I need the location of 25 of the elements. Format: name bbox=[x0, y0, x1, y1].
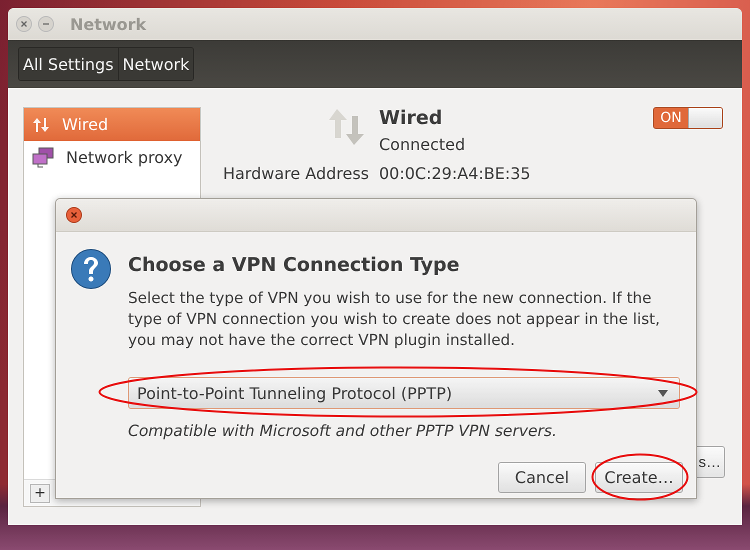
device-status: Connected bbox=[379, 135, 466, 154]
options-button[interactable]: s… bbox=[697, 446, 725, 478]
minimize-icon[interactable] bbox=[38, 16, 54, 32]
device-name: Wired bbox=[379, 107, 444, 129]
question-icon bbox=[70, 248, 112, 290]
dialog-title: Choose a VPN Connection Type bbox=[128, 254, 461, 276]
vpn-type-dropdown[interactable]: Point-to-Point Tunneling Protocol (PPTP) bbox=[128, 377, 680, 409]
sidebar-label: Network proxy bbox=[66, 148, 183, 167]
dialog-message: Select the type of VPN you wish to use for the new connection. If the type of VPN connection you wish to create does not appear in the list, you may not have the correct VPN plugin installed. bbox=[128, 288, 661, 351]
add-button[interactable]: + bbox=[30, 484, 50, 502]
window-title: Network bbox=[70, 14, 146, 34]
close-icon[interactable] bbox=[66, 207, 82, 223]
detail-label: Hardware Address bbox=[222, 164, 369, 183]
sidebar-label: Wired bbox=[62, 115, 108, 134]
breadcrumb-button[interactable]: All Settings bbox=[19, 48, 119, 80]
monitors-icon bbox=[32, 146, 54, 168]
caret-icon bbox=[657, 388, 669, 398]
dialog-description: Compatible with Microsoft and other PPTP VPN servers. bbox=[128, 422, 558, 440]
cancel-button[interactable]: Cancel bbox=[498, 462, 586, 493]
create-button[interactable]: Create… bbox=[595, 462, 683, 493]
sidebar-item[interactable]: Network proxy bbox=[24, 141, 200, 174]
arrows-icon bbox=[327, 107, 365, 147]
breadcrumb-button[interactable]: Network bbox=[118, 48, 194, 80]
arrows-icon bbox=[32, 116, 50, 134]
detail-value: 00:0C:29:A4:BE:35 bbox=[379, 164, 531, 183]
